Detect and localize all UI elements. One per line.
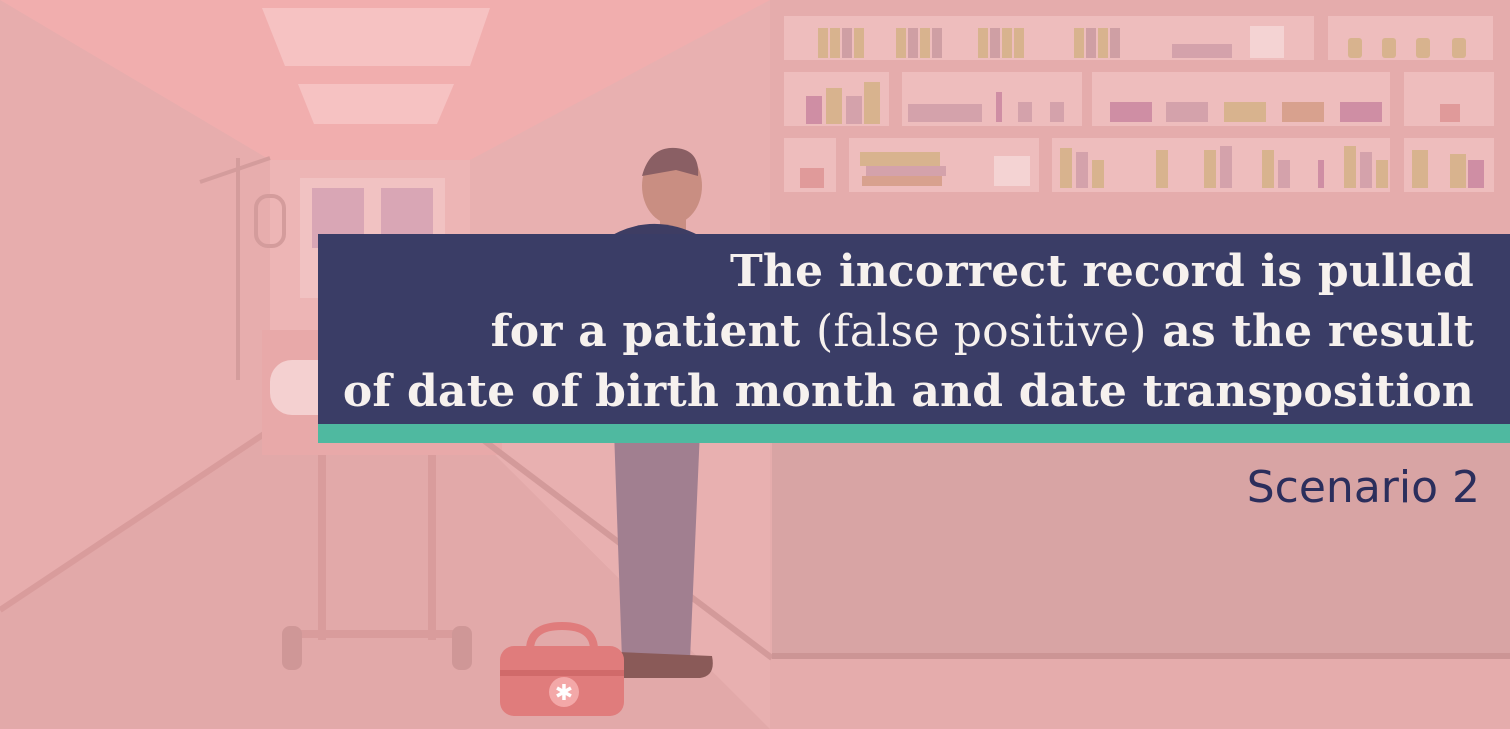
caption-line-2-part-3: as the result (1146, 306, 1474, 357)
gurney-wheel-right (452, 626, 472, 670)
ceiling-light-1 (262, 8, 490, 66)
caption-line-2: for a patient (false positive) as the re… (318, 302, 1474, 362)
caption-accent-bar (318, 424, 1510, 443)
caption-banner: The incorrect record is pulled for a pat… (318, 234, 1510, 424)
caption-line-2-part-1: for a patient (490, 306, 816, 357)
gurney-wheel-left (282, 626, 302, 670)
paramedic-legs (614, 430, 700, 660)
paramedic-shoes (618, 652, 713, 678)
caption-line-1: The incorrect record is pulled (729, 246, 1474, 297)
caption-line-3: of date of birth month and date transpos… (342, 366, 1474, 417)
scenario-label: Scenario 2 (1246, 462, 1480, 513)
ceiling-light-2 (298, 84, 454, 124)
caption-false-positive: (false positive) (815, 306, 1147, 357)
svg-text:✱: ✱ (555, 681, 573, 706)
hospital-scene: ✱ The incorrect record is pulled for a p… (0, 0, 1510, 729)
